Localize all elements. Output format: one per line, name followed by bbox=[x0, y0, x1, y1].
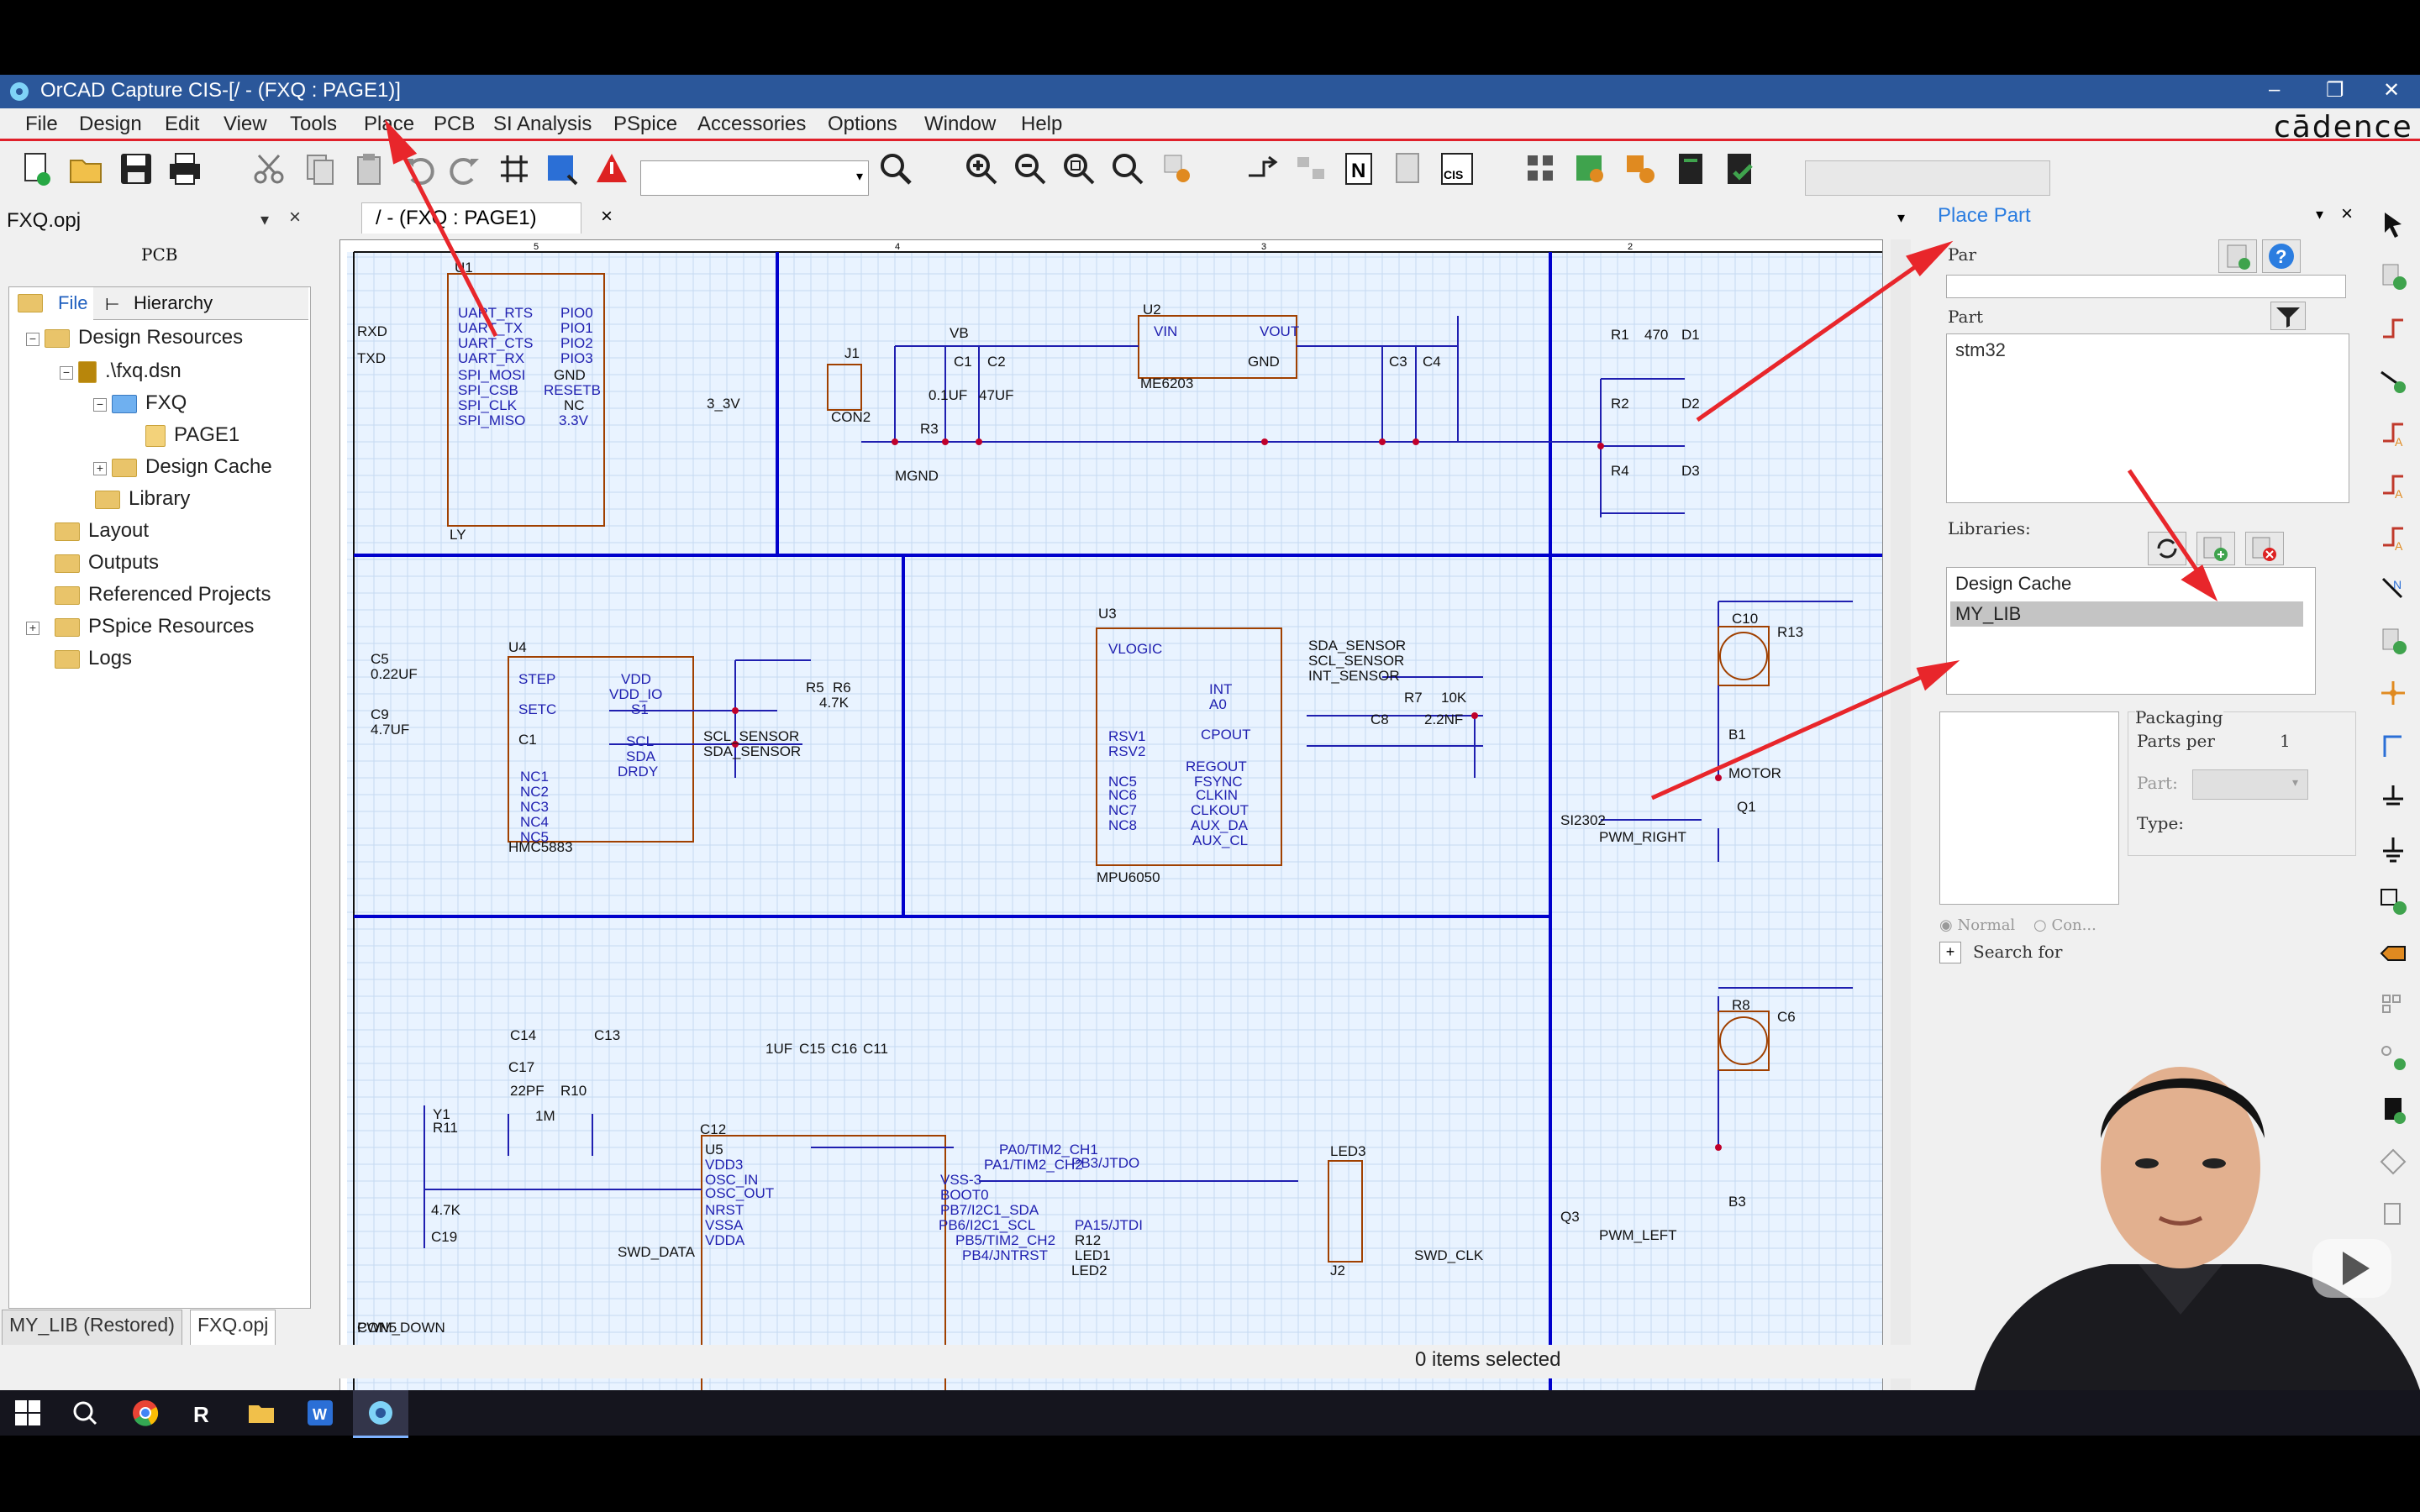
annotation-arrows bbox=[384, 119, 2218, 801]
